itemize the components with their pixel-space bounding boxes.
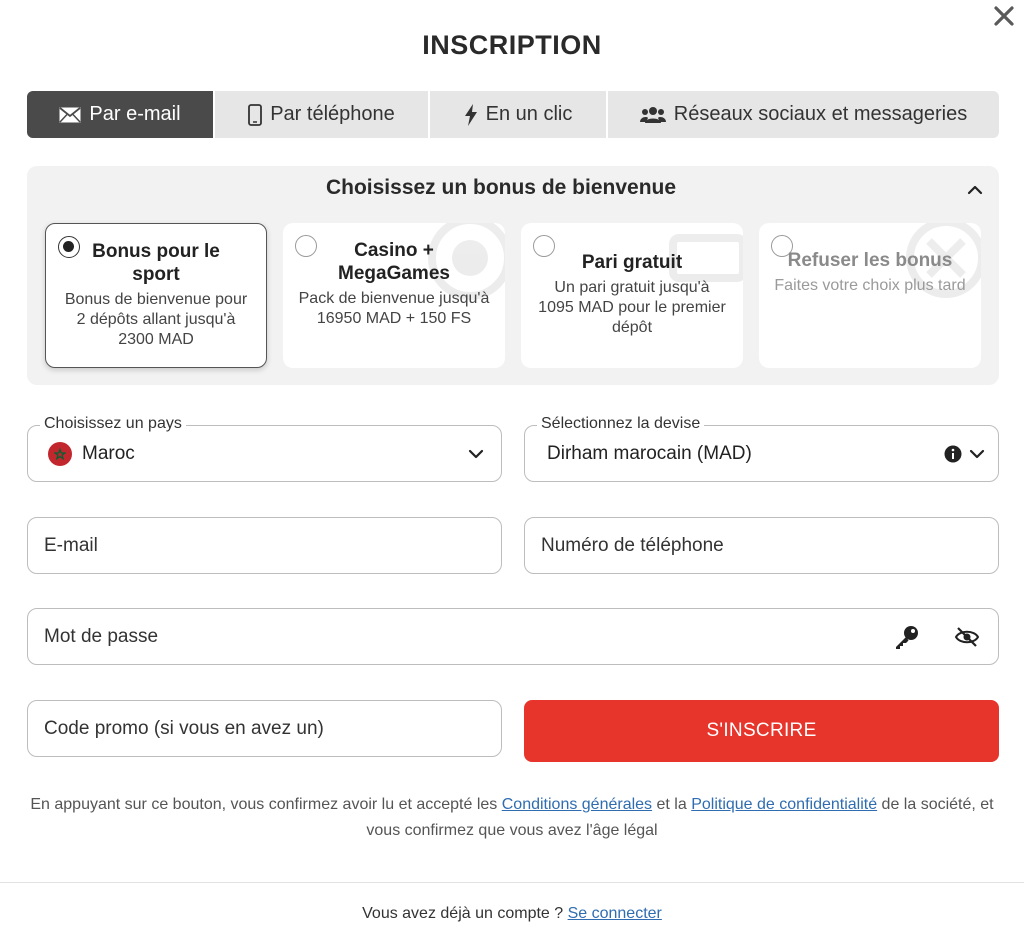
tab-phone[interactable]: Par téléphone (215, 91, 430, 138)
tab-one-click[interactable]: En un clic (430, 91, 608, 138)
country-select-icons (467, 426, 485, 481)
users-icon (639, 106, 666, 123)
key-icon[interactable] (894, 624, 920, 650)
currency-select[interactable]: Sélectionnez la devise Dirham marocain (… (524, 415, 999, 482)
envelope-icon (59, 106, 81, 123)
tab-email[interactable]: Par e-mail (27, 91, 215, 138)
bonus-option-decline[interactable]: Refuser les bonus Faites votre choix plu… (759, 223, 981, 368)
mobile-phone-icon (248, 103, 263, 126)
info-icon[interactable] (944, 445, 962, 463)
phone-number-field[interactable]: Numéro de téléphone (524, 517, 999, 574)
bonus-option-free-bet[interactable]: Pari gratuit Un pari gratuit jusqu'à 109… (521, 223, 743, 368)
tab-label: En un clic (485, 103, 573, 125)
registration-method-tabs: Par e-mail Par téléphone En un clic Rése… (27, 91, 999, 138)
privacy-policy-link[interactable]: Politique de confidentialité (691, 796, 877, 813)
password-field[interactable]: Mot de passe (27, 608, 999, 665)
login-prompt-text: Vous avez déjà un compte ? (362, 905, 568, 922)
bonus-option-title: Casino + MegaGames (338, 240, 450, 284)
page-title: INSCRIPTION (422, 30, 602, 60)
collapse-button[interactable] (965, 180, 985, 200)
country-value: Maroc (82, 443, 135, 464)
terms-notice: En appuyant sur ce bouton, vous confirme… (30, 792, 994, 844)
currency-value: Dirham marocain (MAD) (547, 443, 752, 464)
bonus-option-casino[interactable]: Casino + MegaGames Pack de bienvenue jus… (283, 223, 505, 368)
tab-social-networks[interactable]: Réseaux sociaux et messageries (608, 91, 999, 138)
email-field[interactable]: E-mail (27, 517, 502, 574)
tab-label: Par e-mail (89, 103, 181, 125)
terms-text: En appuyant sur ce bouton, vous confirme… (30, 796, 502, 813)
country-value-wrapper: Maroc (48, 426, 135, 481)
country-select[interactable]: Choisissez un pays Maroc (27, 415, 502, 482)
bonus-option-description: Bonus de bienvenue pour 2 dépôts allant … (64, 291, 248, 348)
bonus-option-description: Faites votre choix plus tard (774, 277, 966, 294)
eye-slash-icon[interactable] (954, 626, 980, 648)
lightning-icon (464, 103, 477, 126)
terms-text: et la (652, 796, 692, 813)
password-field-icons (894, 609, 980, 664)
footer-divider (0, 882, 1024, 883)
bonus-option-title: Bonus pour le sport (92, 241, 220, 285)
login-link[interactable]: Se connecter (568, 905, 662, 922)
bonus-option-sport[interactable]: Bonus pour le sport Bonus de bienvenue p… (45, 223, 267, 368)
email-placeholder: E-mail (44, 535, 98, 556)
tab-label: Réseaux sociaux et messageries (673, 103, 968, 125)
bonus-option-title: Refuser les bonus (787, 250, 953, 271)
login-prompt: Vous avez déjà un compte ? Se connecter (0, 905, 1024, 923)
chevron-down-icon (969, 449, 985, 458)
promo-placeholder: Code promo (si vous en avez un) (44, 718, 324, 739)
terms-conditions-link[interactable]: Conditions générales (502, 796, 652, 813)
promo-code-field[interactable]: Code promo (si vous en avez un) (27, 700, 502, 757)
welcome-bonus-panel: Choisissez un bonus de bienvenue Bonus p… (27, 166, 999, 385)
close-icon (994, 6, 1014, 26)
morocco-flag-icon (48, 441, 72, 466)
bonus-option-description: Un pari gratuit jusqu'à 1095 MAD pour le… (538, 279, 726, 336)
tab-label: Par téléphone (270, 103, 395, 125)
bonus-option-description: Pack de bienvenue jusqu'à 16950 MAD + 15… (298, 290, 490, 327)
register-button[interactable]: S'INSCRIRE (524, 700, 999, 762)
bonus-panel-title: Choisissez un bonus de bienvenue (325, 176, 677, 199)
bonus-option-title: Pari gratuit (581, 252, 683, 273)
phone-placeholder: Numéro de téléphone (541, 535, 724, 556)
close-button[interactable] (992, 4, 1016, 28)
currency-select-icons (944, 426, 986, 481)
chevron-up-icon (967, 185, 983, 195)
chevron-down-icon (468, 449, 484, 458)
password-placeholder: Mot de passe (44, 626, 159, 647)
